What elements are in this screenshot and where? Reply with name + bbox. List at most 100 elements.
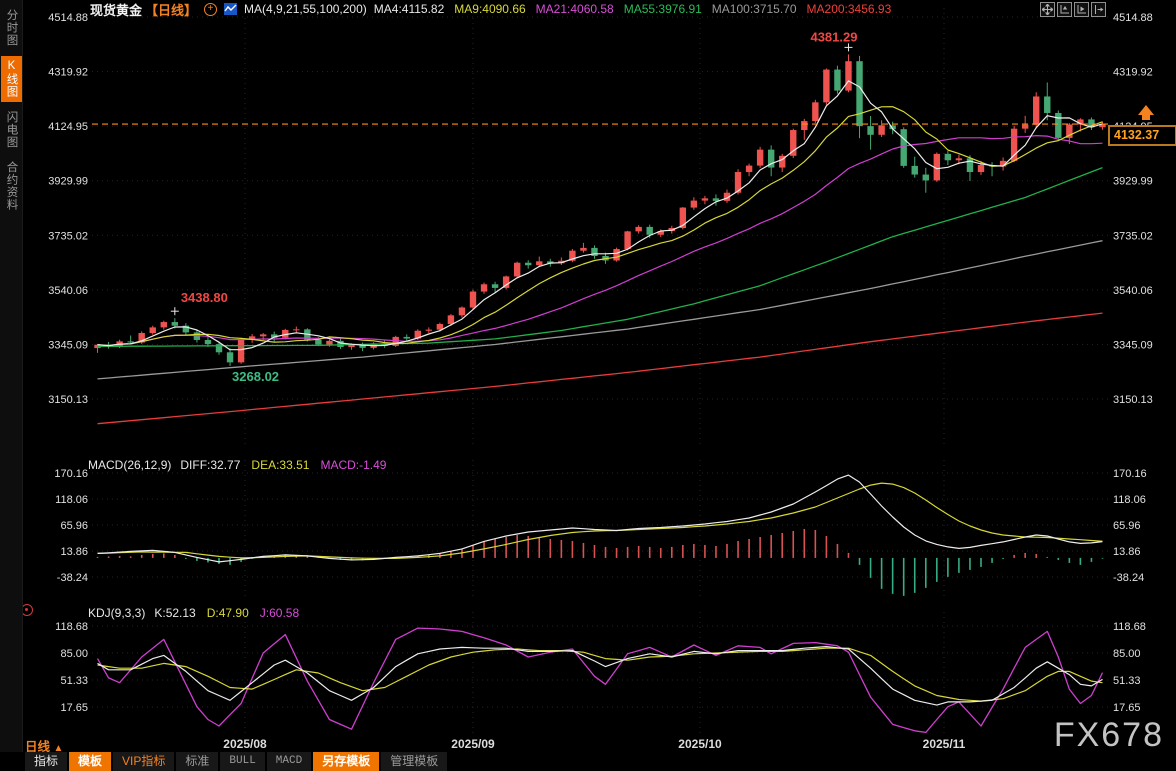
price-axis-label-right: 3150.13 — [1113, 394, 1153, 406]
candle-body — [1044, 96, 1051, 113]
macd-value-2: MACD:-1.49 — [320, 458, 387, 472]
candle-body — [745, 165, 753, 173]
toolbar-button-VIP指标[interactable]: VIP指标 — [113, 752, 175, 771]
macd-header: MACD(26,12,9) DIFF:32.77 DEA:33.51 MACD:-1… — [88, 458, 386, 472]
candle-body — [149, 327, 156, 333]
macd-axis-label-left: 13.86 — [60, 546, 88, 558]
candle-body — [900, 129, 907, 166]
ma-value-MA4: MA4:4115.82 — [373, 2, 445, 16]
chart-canvas[interactable]: 4514.884514.884319.924319.924124.954124.… — [0, 0, 1176, 771]
candle-body — [237, 339, 245, 363]
export-icon[interactable] — [1091, 2, 1106, 17]
kdj-axis-label-right: 51.33 — [1113, 675, 1141, 687]
macd-axis-label-right: 13.86 — [1113, 546, 1141, 558]
candle-body — [911, 165, 918, 175]
candle-body — [977, 165, 985, 173]
candle-body — [1021, 124, 1029, 129]
ma9-line — [97, 106, 1103, 347]
kdj-header: KDJ(9,3,3) K:52.13 D:47.90 J:60.58 — [88, 606, 299, 620]
candle-body — [867, 126, 874, 135]
candlestick-chart-icon[interactable] — [224, 3, 238, 15]
toolbar-button-指标[interactable]: 指标 — [25, 752, 68, 771]
sidebar-tab-K线图[interactable]: K线图 — [0, 55, 22, 102]
axis-scale-right-icon[interactable] — [1074, 2, 1089, 17]
price-axis-label-right: 3540.06 — [1113, 285, 1153, 297]
candle-body — [701, 198, 709, 201]
ma55-line — [97, 166, 1103, 348]
ma-value-MA21: MA21:4060.58 — [535, 2, 614, 16]
candle-body — [801, 121, 808, 131]
candle-body — [1033, 96, 1040, 125]
macd-axis-label-left: -38.24 — [57, 572, 88, 584]
candle-body — [756, 149, 764, 166]
candle-body — [447, 315, 455, 325]
price-axis-label-left: 4124.95 — [48, 121, 88, 133]
sidebar-tab-分时图[interactable]: 分时图 — [1, 5, 22, 51]
toolbar-button-管理模板[interactable]: 管理模板 — [381, 752, 448, 771]
ma-value-MA55: MA55:3976.91 — [623, 2, 702, 16]
kdj-axis-label-left: 51.33 — [60, 675, 88, 687]
x-axis-month-label: 2025/11 — [923, 737, 966, 751]
candle-body — [834, 69, 841, 91]
candle-body — [966, 158, 974, 173]
price-up-arrow-icon — [1138, 105, 1154, 120]
price-axis-label-left: 4514.88 — [48, 12, 88, 24]
kdj-axis-label-right: 17.65 — [1113, 702, 1141, 714]
macd-values: DIFF:32.77 DEA:33.51 MACD:-1.49 — [180, 458, 386, 472]
candle-body — [513, 262, 521, 277]
candle-body — [425, 329, 433, 331]
price-annotation: 4381.29 — [810, 29, 857, 44]
kdj-axis-label-left: 118.68 — [55, 621, 88, 633]
sidebar-tab-合约资料[interactable]: 合约资料 — [1, 157, 22, 215]
price-annotation: 3268.02 — [232, 369, 279, 384]
ma4-line — [97, 80, 1103, 351]
axis-scale-up-icon[interactable] — [1057, 2, 1072, 17]
macd-title: MACD(26,12,9) — [88, 458, 172, 472]
period-badge: 【日线】 — [145, 2, 198, 18]
chart-tools — [1040, 2, 1106, 17]
candle-body — [1055, 112, 1062, 138]
kdj-values: K:52.13 D:47.90 J:60.58 — [154, 606, 299, 620]
add-indicator-icon[interactable]: + — [204, 2, 218, 16]
candle-body — [646, 226, 653, 235]
macd-axis-label-right: 170.16 — [1113, 468, 1147, 480]
kdj-axis-label-right: 118.68 — [1113, 621, 1146, 633]
price-axis-label-right: 3735.02 — [1113, 230, 1153, 242]
candle-body — [127, 341, 134, 343]
candle-body — [536, 261, 543, 266]
price-axis-label-left: 4319.92 — [48, 67, 88, 79]
candle-body — [469, 291, 477, 308]
pan-icon[interactable] — [1040, 2, 1055, 17]
sidebar-tab-闪电图[interactable]: 闪电图 — [1, 107, 22, 153]
toolbar-button-BULL[interactable]: BULL — [220, 752, 265, 771]
toolbar-button-MACD[interactable]: MACD — [266, 752, 312, 771]
macd-value-0: DIFF:32.77 — [180, 458, 241, 472]
ma-value-MA100: MA100:3715.70 — [711, 2, 797, 16]
candle-body — [690, 200, 698, 208]
candle-body — [823, 69, 830, 103]
candle-body — [812, 102, 819, 122]
candle-body — [315, 339, 322, 345]
x-axis-month-label: 2025/08 — [223, 737, 267, 751]
chart-header: 现货黄金 【日线】 + MA(4,9,21,55,100,200) MA4:41… — [90, 1, 901, 18]
macd-value-1: DEA:33.51 — [251, 458, 310, 472]
app-root: 4514.884514.884319.924319.924124.954124.… — [0, 0, 1176, 771]
candle-body — [171, 322, 179, 326]
macd-axis-label-right: 118.06 — [1113, 494, 1146, 506]
candle-body — [525, 262, 532, 266]
toolbar-button-标准[interactable]: 标准 — [176, 752, 219, 771]
macd-axis-label-right: -38.24 — [1113, 572, 1144, 584]
price-axis-label-right: 4319.92 — [1113, 67, 1153, 79]
kdj-axis-label-right: 85.00 — [1113, 648, 1141, 660]
candle-body — [403, 336, 410, 339]
toolbar-button-模板[interactable]: 模板 — [69, 752, 112, 771]
candle-body — [491, 284, 499, 288]
toolbar-button-另存模板[interactable]: 另存模板 — [313, 752, 380, 771]
macd-diff-line — [97, 474, 1103, 563]
candle-body — [624, 231, 631, 250]
candle-body — [160, 322, 167, 328]
kdj-value-2: J:60.58 — [259, 606, 300, 620]
price-axis-label-left: 3929.99 — [48, 176, 88, 188]
candle-body — [259, 334, 267, 337]
macd-axis-label-left: 118.06 — [55, 494, 88, 506]
